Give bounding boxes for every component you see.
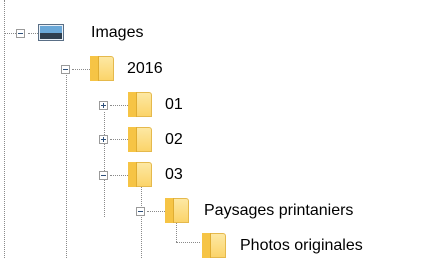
folder-icon	[128, 92, 152, 117]
tree-node-label: 01	[165, 96, 183, 113]
folder-icon	[128, 162, 152, 187]
tree-node-label: Images	[91, 24, 144, 41]
tree-connector	[104, 112, 105, 217]
tree-node-label: 02	[165, 131, 183, 148]
collapse-toggle[interactable]	[61, 65, 70, 74]
folder-icon	[202, 233, 226, 258]
tree-connector	[4, 0, 5, 258]
collapse-toggle[interactable]	[16, 29, 25, 38]
expand-toggle[interactable]	[99, 101, 108, 110]
folder-icon	[128, 127, 152, 152]
folder-icon	[165, 198, 189, 223]
expand-toggle[interactable]	[99, 135, 108, 144]
folder-icon	[90, 56, 114, 81]
tree-connector	[176, 242, 200, 243]
tree-connector	[110, 105, 128, 106]
tree-connector	[66, 75, 67, 258]
tree-node-label: Photos originales	[240, 237, 363, 254]
tree-connector	[147, 211, 165, 212]
tree-node-label: 03	[165, 166, 183, 183]
tree-connector	[28, 33, 38, 34]
images-icon	[38, 24, 64, 41]
collapse-toggle[interactable]	[99, 171, 108, 180]
tree-connector	[110, 175, 128, 176]
tree-connector	[72, 69, 90, 70]
tree-node-label: Paysages printaniers	[204, 202, 354, 219]
folder-tree: Images 2016 01 02 03 Paysages printanier…	[0, 0, 428, 258]
collapse-toggle[interactable]	[136, 207, 145, 216]
tree-connector	[4, 33, 16, 34]
tree-connector	[110, 139, 128, 140]
tree-node-label: 2016	[127, 60, 163, 77]
tree-connector	[141, 180, 142, 258]
